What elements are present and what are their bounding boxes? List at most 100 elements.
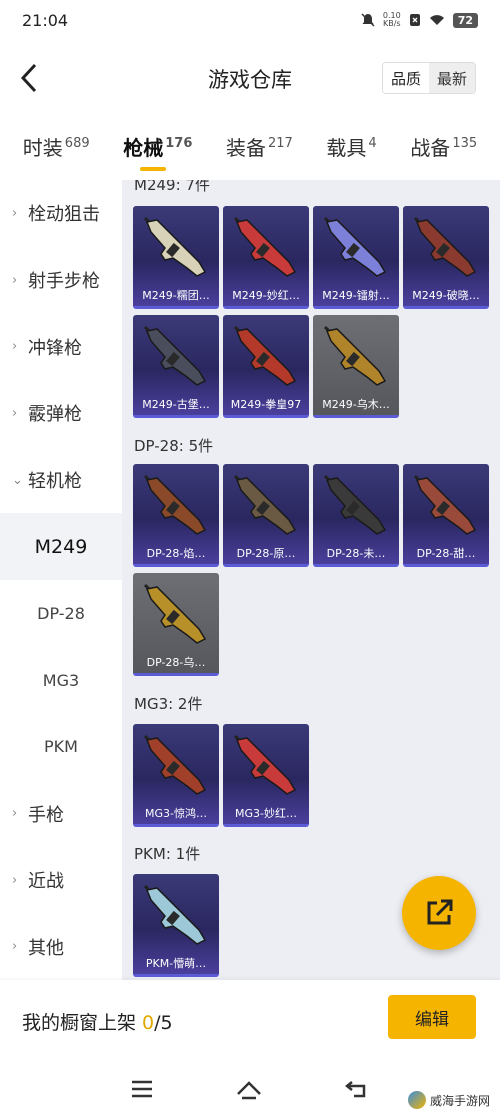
weapon-card[interactable]: PKM-懵萌…: [133, 874, 219, 977]
weapon-card-label: DP-28-焰…: [146, 547, 206, 560]
weapon-card-label: DP-28-未…: [326, 547, 386, 560]
weapon-skin-image: [323, 325, 387, 386]
sidebar-item-shotgun[interactable]: › 霰弹枪: [0, 380, 122, 447]
weapon-grid: M249: 7件 DP-28: 5件 MG3: 2件 PKM: 1件 M249-…: [122, 180, 500, 980]
weapon-card-label: M249-糯团…: [142, 289, 210, 302]
sidebar-item-bolt-sniper[interactable]: › 栓动狙击: [0, 180, 122, 247]
sidebar-subitem-m249[interactable]: M249: [0, 513, 122, 581]
page-title: 游戏仓库: [208, 68, 292, 92]
chevron-right-icon: ›: [12, 205, 18, 221]
weapon-card[interactable]: M249-古堡…: [133, 315, 219, 418]
status-icons: 0.10 KB/s 72: [361, 12, 478, 28]
sidebar-subitem-mg3[interactable]: MG3: [0, 647, 122, 714]
sidebar-item-lmg[interactable]: ⌄ 轻机枪: [0, 447, 122, 514]
weapon-skin-image: [143, 734, 207, 795]
weapon-skin-image: [143, 325, 207, 386]
chevron-left-icon: [20, 63, 37, 93]
back-button[interactable]: [14, 58, 44, 98]
menu-icon[interactable]: [130, 1079, 154, 1099]
tab-firearms[interactable]: 枪械 176: [123, 132, 192, 171]
tab-equipment[interactable]: 装备 217: [226, 132, 293, 169]
edit-button[interactable]: 编辑: [388, 995, 476, 1039]
weapon-card-label: M249-镭射…: [322, 289, 390, 302]
weapon-type-sidebar: › 栓动狙击 › 射手步枪 › 冲锋枪 › 霰弹枪 ⌄ 轻机枪 M249 DP-28 MG…: [0, 180, 122, 980]
weapon-card-label: DP-28-原…: [236, 547, 296, 560]
weapon-skin-image: [233, 474, 297, 535]
weapon-card[interactable]: M249-妙红…: [223, 206, 309, 309]
sort-quality-button[interactable]: 品质: [382, 63, 429, 93]
chevron-right-icon: ›: [12, 872, 18, 888]
sidebar-item-other[interactable]: › 其他: [0, 914, 122, 981]
back-nav-icon[interactable]: [344, 1079, 370, 1099]
showcase-bar: 我的橱窗上架 0/5 编辑: [0, 980, 500, 1062]
weapon-card-label: M249-乌木…: [322, 398, 390, 411]
weapon-card[interactable]: DP-28-未…: [313, 464, 399, 567]
weapon-card-label: M249-拳皇97: [230, 398, 302, 411]
weapon-card[interactable]: DP-28-乌…: [133, 573, 219, 676]
sort-latest-button[interactable]: 最新: [428, 63, 475, 93]
page-header: 游戏仓库 品质 最新: [0, 40, 500, 118]
chevron-right-icon: ›: [12, 339, 18, 355]
group-title-mg3: MG3: 2件: [134, 695, 203, 713]
weapon-skin-image: [233, 216, 297, 277]
weapon-card-label: M249-破晓…: [412, 289, 480, 302]
weapon-skin-image: [143, 884, 207, 945]
chevron-right-icon: ›: [12, 939, 18, 955]
weapon-skin-image: [413, 216, 477, 277]
weapon-card-label: PKM-懵萌…: [145, 957, 207, 970]
external-link-icon: [427, 899, 453, 925]
battery-indicator: 72: [452, 12, 478, 28]
sidebar-subitem-pkm[interactable]: PKM: [0, 714, 122, 781]
home-icon[interactable]: [235, 1078, 263, 1100]
weapon-card[interactable]: M249-乌木…: [313, 315, 399, 418]
chevron-right-icon: ›: [12, 272, 18, 288]
chevron-right-icon: ›: [12, 806, 18, 822]
chevron-down-icon: ⌄: [12, 472, 23, 488]
weapon-card[interactable]: MG3-妙红…: [223, 724, 309, 827]
share-fab-button[interactable]: [402, 876, 476, 950]
weapon-card[interactable]: DP-28-原…: [223, 464, 309, 567]
wifi-icon: [429, 15, 444, 25]
weapon-card-label: DP-28-乌…: [146, 656, 206, 669]
weapon-card-label: M249-妙红…: [232, 289, 300, 302]
weapon-card-label: MG3-惊鸿…: [145, 807, 207, 820]
showcase-count: 我的橱窗上架 0/5: [22, 1011, 173, 1034]
weapon-skin-image: [143, 216, 207, 277]
weapon-skin-image: [143, 583, 207, 644]
chevron-right-icon: ›: [12, 405, 18, 421]
weapon-skin-image: [233, 325, 297, 386]
weapon-skin-image: [233, 734, 297, 795]
sidebar-subitem-dp28[interactable]: DP-28: [0, 580, 122, 647]
tab-vehicles[interactable]: 载具 4: [326, 132, 376, 169]
watermark-logo-icon: [407, 1091, 426, 1109]
status-bar: 21:04 0.10 KB/s 72: [0, 0, 500, 40]
category-tabs: 时装 689 枪械 176 装备 217 载具 4 战备 135: [0, 120, 500, 180]
weapon-card[interactable]: DP-28-焰…: [133, 464, 219, 567]
weapon-card[interactable]: M249-拳皇97: [223, 315, 309, 418]
weapon-card-label: M249-古堡…: [142, 398, 210, 411]
weapon-skin-image: [323, 216, 387, 277]
watermark: 威海手游网: [403, 1089, 494, 1111]
weapon-skin-image: [413, 474, 477, 535]
weapon-card[interactable]: DP-28-甜…: [403, 464, 489, 567]
status-time: 21:04: [22, 10, 69, 30]
weapon-card[interactable]: MG3-惊鸿…: [133, 724, 219, 827]
weapon-card[interactable]: M249-镭射…: [313, 206, 399, 309]
tab-supplies[interactable]: 战备 135: [410, 132, 477, 169]
sidebar-item-marksman-rifle[interactable]: › 射手步枪: [0, 247, 122, 314]
weapon-card[interactable]: M249-糯团…: [133, 206, 219, 309]
weapon-skin-image: [323, 474, 387, 535]
sidebar-item-pistol[interactable]: › 手枪: [0, 780, 122, 847]
weapon-card[interactable]: M249-破晓…: [403, 206, 489, 309]
group-title-m249: M249: 7件: [134, 180, 210, 194]
sim-x-icon: [409, 14, 420, 26]
sidebar-item-melee[interactable]: › 近战: [0, 847, 122, 914]
net-speed: 0.10 KB/s: [382, 11, 401, 28]
tab-fashion[interactable]: 时装 689: [23, 132, 90, 169]
sort-toggle: 品质 最新: [381, 62, 476, 94]
sidebar-item-smg[interactable]: › 冲锋枪: [0, 313, 122, 380]
weapon-card-label: DP-28-甜…: [416, 547, 476, 560]
weapon-card-label: MG3-妙红…: [235, 807, 297, 820]
group-title-dp28: DP-28: 5件: [134, 437, 214, 455]
mute-bell-icon: [361, 13, 375, 27]
